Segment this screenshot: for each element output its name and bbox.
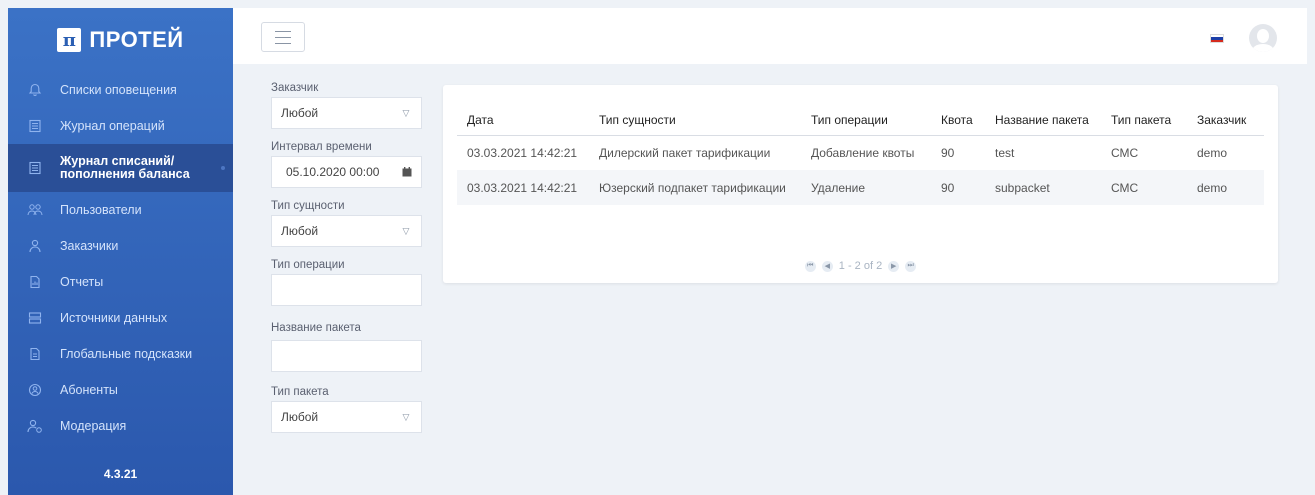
sidebar-item-label: Отчеты <box>60 275 104 289</box>
results-panel: Дата Тип сущности Тип операции Квота Наз… <box>443 85 1278 283</box>
cell-entity-type: Юзерский подпакет тарификации <box>589 170 801 205</box>
moderation-icon <box>26 417 44 435</box>
column-header-package-type[interactable]: Тип пакета <box>1101 105 1187 136</box>
package-name-filter-label: Название пакета <box>271 322 361 334</box>
cell-quota: 90 <box>941 145 955 160</box>
table-header-row: Дата Тип сущности Тип операции Квота Наз… <box>457 105 1264 136</box>
column-header-entity-type[interactable]: Тип сущности <box>589 105 801 136</box>
sidebar-item-customers[interactable]: Заказчики <box>8 228 233 264</box>
cell-customer: demo <box>1197 145 1228 160</box>
sidebar: π ПРОТЕЙ Списки оповещения Журнал операц… <box>8 8 233 495</box>
ru-flag-icon[interactable] <box>1210 34 1224 43</box>
app-version: 4.3.21 <box>103 467 138 481</box>
cell-date: 03.03.2021 14:42:21 <box>457 170 589 205</box>
bell-icon <box>26 81 44 99</box>
column-header-date[interactable]: Дата <box>457 105 589 136</box>
database-icon <box>26 309 44 327</box>
sidebar-item-label: Пользователи <box>60 203 142 217</box>
logo-text: ПРОТЕЙ <box>89 27 184 52</box>
sidebar-item-label: Списки оповещения <box>60 83 177 97</box>
package-type-filter-value: Любой <box>281 410 319 424</box>
caret-down-icon: ▽ <box>402 225 410 236</box>
table-row[interactable]: 03.03.2021 14:42:21 Юзерский подпакет та… <box>457 170 1264 205</box>
cell-package-name: test <box>995 145 1015 160</box>
sidebar-item-label: Журнал списаний/ пополнения баланса <box>60 154 190 181</box>
package-type-filter-label: Тип пакета <box>271 386 329 398</box>
document-icon <box>26 117 44 135</box>
next-page-icon[interactable]: ▶ <box>888 260 900 272</box>
customer-filter-select[interactable]: Любой ▽ <box>271 97 422 129</box>
prev-page-icon[interactable]: ◀ <box>821 260 833 272</box>
caret-down-icon: ▽ <box>402 107 410 118</box>
sidebar-nav: Списки оповещения Журнал операций Журнал… <box>8 72 233 444</box>
document-icon <box>26 159 44 177</box>
interval-filter-label: Интервал времени <box>271 141 372 153</box>
table-row[interactable]: 03.03.2021 14:42:21 Дилерский пакет тари… <box>457 135 1264 170</box>
sidebar-item-label: Источники данных <box>60 311 168 325</box>
sidebar-item-notification-lists[interactable]: Списки оповещения <box>8 72 233 108</box>
logo[interactable]: π ПРОТЕЙ <box>8 8 233 72</box>
sidebar-item-label: Модерация <box>60 419 127 433</box>
entity-type-filter-value: Любой <box>281 224 319 238</box>
interval-filter-value: 05.10.2020 00:00 <box>286 165 380 179</box>
customer-filter-label: Заказчик <box>271 82 319 94</box>
package-type-filter-select[interactable]: Любой ▽ <box>271 401 422 433</box>
sidebar-item-operations-log[interactable]: Журнал операций <box>8 108 233 144</box>
sidebar-item-label: Глобальные подсказки <box>60 347 193 361</box>
logo-mark: π <box>57 28 82 52</box>
customer-filter-value: Любой <box>281 106 319 120</box>
cell-operation-type: Удаление <box>801 170 931 205</box>
subscriber-icon <box>26 381 44 399</box>
column-header-package-name[interactable]: Название пакета <box>985 105 1101 136</box>
sidebar-item-data-sources[interactable]: Источники данных <box>8 300 233 336</box>
sidebar-item-label: Заказчики <box>60 239 119 253</box>
hamburger-line <box>275 36 291 38</box>
sidebar-item-subscribers[interactable]: Абоненты <box>8 372 233 408</box>
calendar-icon[interactable] <box>393 167 421 177</box>
sidebar-item-reports[interactable]: Отчеты <box>8 264 233 300</box>
package-name-filter-input[interactable] <box>271 340 422 372</box>
pagination-text: 1 - 2 of 2 <box>838 260 883 272</box>
operation-type-filter-input[interactable] <box>271 274 422 306</box>
users-icon <box>26 201 44 219</box>
filters-panel: Заказчик Любой ▽ Интервал времени 05.10.… <box>271 82 423 433</box>
cell-customer: demo <box>1187 170 1264 205</box>
last-page-icon[interactable]: ⏭ <box>905 260 917 272</box>
interval-filter-input[interactable]: 05.10.2020 00:00 <box>271 156 422 188</box>
hamburger-line <box>275 42 291 44</box>
cell-date: 03.03.2021 14:42:21 <box>467 145 578 160</box>
sidebar-item-balance-log[interactable]: Журнал списаний/ пополнения баланса <box>8 144 233 192</box>
report-icon <box>26 273 44 291</box>
column-header-quota[interactable]: Квота <box>931 105 985 136</box>
sidebar-item-users[interactable]: Пользователи <box>8 192 233 228</box>
results-table: Дата Тип сущности Тип операции Квота Наз… <box>457 105 1264 205</box>
avatar-icon[interactable] <box>1249 24 1277 52</box>
hamburger-menu-button[interactable] <box>261 22 305 52</box>
caret-down-icon: ▽ <box>402 411 410 422</box>
cell-entity-type: Дилерский пакет тарификации <box>599 145 771 160</box>
first-page-icon[interactable]: ⏮ <box>804 260 816 272</box>
entity-type-filter-label: Тип сущности <box>271 200 345 212</box>
entity-type-filter-select[interactable]: Любой ▽ <box>271 215 422 247</box>
column-header-customer[interactable]: Заказчик <box>1187 105 1264 136</box>
sidebar-item-global-hints[interactable]: Глобальные подсказки <box>8 336 233 372</box>
sidebar-item-label: Журнал операций <box>60 119 165 133</box>
column-header-operation-type[interactable]: Тип операции <box>801 105 931 136</box>
cell-package-type: СМС <box>1111 145 1139 160</box>
sidebar-item-moderation[interactable]: Модерация <box>8 408 233 444</box>
operation-type-filter-label: Тип операции <box>271 259 345 271</box>
hint-icon <box>26 345 44 363</box>
pagination: ⏮ ◀ 1 - 2 of 2 ▶ ⏭ <box>443 260 1278 272</box>
cell-operation-type: Добавление квоты <box>811 145 915 160</box>
topbar <box>233 8 1307 64</box>
cell-package-type: СМС <box>1101 170 1187 205</box>
cell-package-name: subpacket <box>985 170 1101 205</box>
cell-quota: 90 <box>931 170 985 205</box>
sidebar-item-label: Абоненты <box>60 383 118 397</box>
hamburger-line <box>275 30 291 32</box>
customer-icon <box>26 237 44 255</box>
